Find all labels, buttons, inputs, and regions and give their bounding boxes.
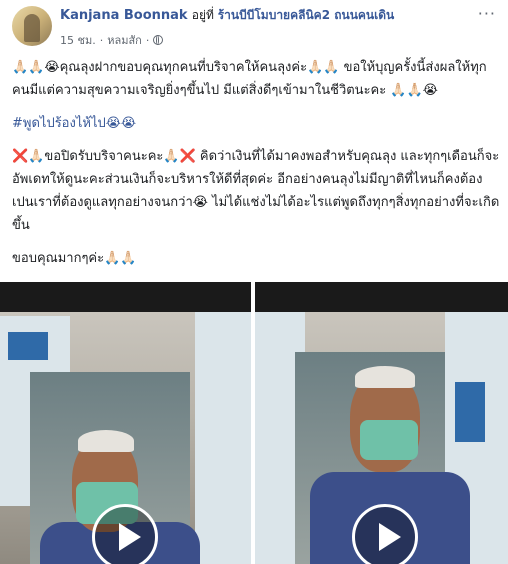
separator: · [145, 33, 150, 47]
close-donation-text: ขอปิดรับบริจาคนะคะ🙏🏻 [44, 149, 180, 164]
paragraph-close-donation: ❌🙏🏻ขอปิดรับบริจาคนะคะ🙏🏻❌ คิดว่าเงินที่ได… [12, 145, 500, 237]
author-line: Kanjana Boonnak อยู่ที่ ร้านบีบีโมบายคลี… [60, 6, 394, 25]
post-text: 🙏🏻🙏🏻😭คุณลุงฝากขอบคุณทุกคนที่บริจาคให้คนล… [12, 56, 500, 280]
video-1[interactable] [0, 282, 251, 564]
video-2[interactable] [255, 282, 508, 564]
separator: · [99, 33, 104, 47]
post-meta: 15 ชม. · หลมสัก · [60, 31, 164, 49]
globe-icon[interactable] [153, 35, 164, 45]
cross-emoji: ❌🙏🏻 [12, 149, 45, 164]
paragraph-thank-you: ขอบคุณมากๆค่ะ🙏🏻🙏🏻 [12, 251, 137, 266]
location-link[interactable]: ร้านบีบีโมบายคลีนิค2 ถนนคนเดิน [218, 8, 395, 22]
location-prefix: อยู่ที่ [191, 8, 214, 22]
play-button-icon[interactable] [92, 504, 158, 564]
place-short[interactable]: หลมสัก [107, 31, 142, 49]
cross-emoji: ❌ [179, 149, 196, 164]
author-name[interactable]: Kanjana Boonnak [60, 8, 188, 23]
avatar[interactable] [12, 6, 52, 46]
timestamp[interactable]: 15 ชม. [60, 31, 96, 49]
paragraph-thanks: 🙏🏻🙏🏻😭คุณลุงฝากขอบคุณทุกคนที่บริจาคให้คนล… [12, 60, 487, 98]
play-button-icon[interactable] [352, 504, 418, 564]
hashtag-link[interactable]: #พูดไปร้องไห้ไป😭😭 [12, 116, 136, 131]
post-header: Kanjana Boonnak อยู่ที่ ร้านบีบีโมบายคลี… [0, 0, 508, 52]
more-options-icon[interactable]: ··· [478, 4, 496, 23]
